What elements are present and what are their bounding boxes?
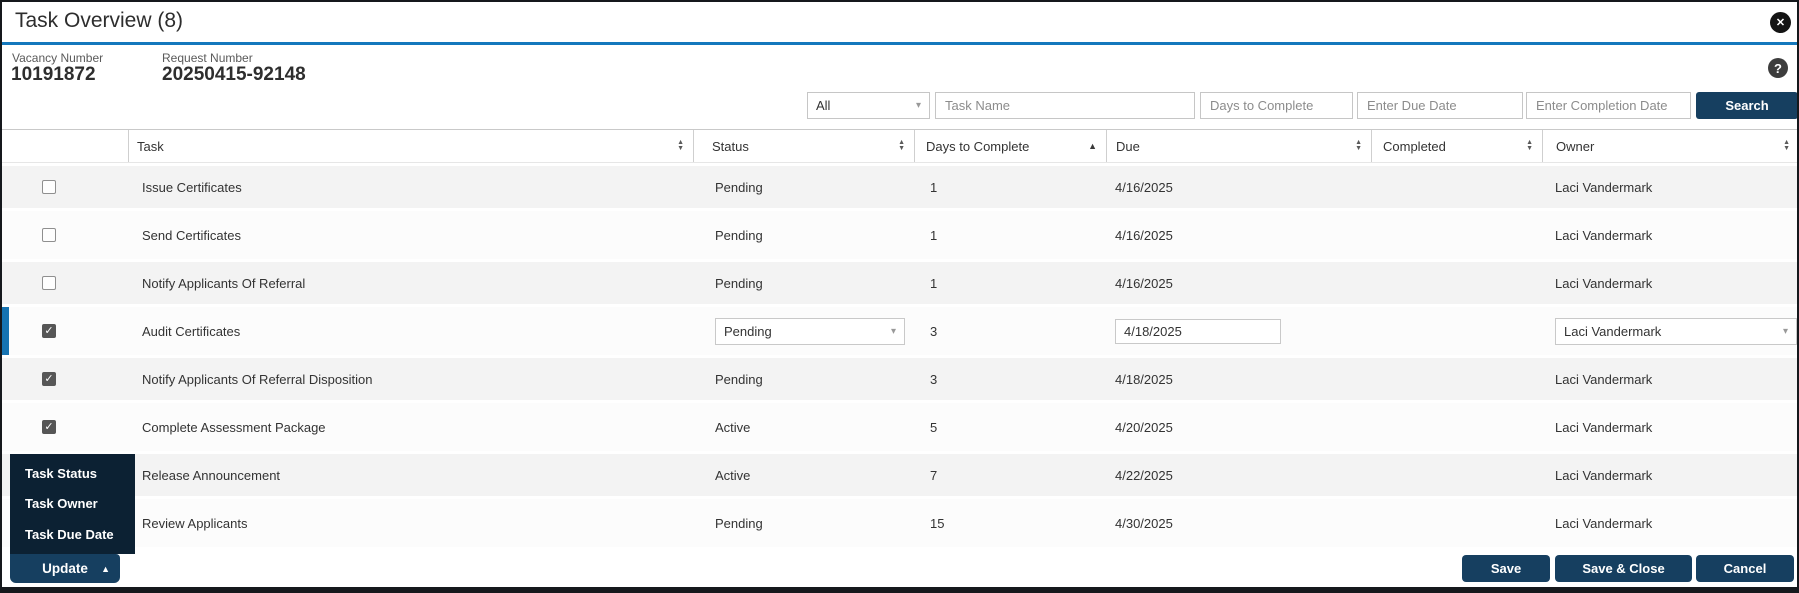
owner-select[interactable]: Laci Vandermark ▾ [1555,317,1797,345]
sort-icon[interactable]: ▲ ▼ [1355,139,1362,152]
days-cell: 3 [930,371,938,387]
title-divider [2,42,1797,45]
column-header-completed[interactable]: Completed ▲ ▼ [1371,130,1542,162]
owner-cell: Laci Vandermark [1555,275,1653,291]
chevron-down-icon: ▾ [1782,325,1788,337]
row-checkbox[interactable] [42,420,56,434]
status-cell: Pending [715,227,763,243]
due-date-filter-input[interactable] [1357,92,1523,119]
due-cell: 4/22/2025 [1115,467,1173,483]
days-cell: 1 [930,275,938,291]
table-row: Notify Applicants Of Referral Dispositio… [2,355,1797,403]
row-checkbox[interactable] [42,180,56,194]
task-type-select-value: All [816,98,831,113]
vacancy-number-label: Vacancy Number [12,51,104,65]
column-header-owner[interactable]: Owner ▲ ▼ [1542,130,1797,162]
status-select-value: Pending [724,323,772,339]
days-cell: 1 [930,227,938,243]
status-cell: Pending [715,179,763,195]
table-row: Send Certificates Pending Pending ▾ 1 4/… [2,211,1797,259]
task-cell: Complete Assessment Package [142,419,326,435]
table-body: Issue Certificates Pending Pending ▾ 1 4… [2,163,1797,547]
dialog-title: Task Overview (8) [15,9,184,32]
search-button[interactable]: Search [1696,92,1797,119]
table-row: Complete Assessment Package Active Activ… [2,403,1797,451]
request-number-value: 20250415-92148 [162,64,306,85]
due-cell: 4/18/2025 [1115,371,1173,387]
completion-date-filter-input[interactable] [1526,92,1691,119]
chevron-up-icon: ▲ [101,563,110,574]
days-cell: 15 [930,515,945,531]
task-overview-dialog: Task Overview (8) ✕ Vacancy Number 10191… [0,0,1799,593]
owner-cell: Laci Vandermark [1555,515,1653,531]
task-cell: Notify Applicants Of Referral Dispositio… [142,371,373,387]
owner-cell: Laci Vandermark [1555,371,1653,387]
menu-item-task-due-date[interactable]: Task Due Date [10,527,135,542]
status-cell: Pending [715,515,763,531]
sort-icon[interactable]: ▲ ▼ [1783,139,1790,152]
table-row: Notify Applicants Of Referral Pending Pe… [2,259,1797,307]
sort-icon[interactable]: ▲ ▼ [1526,139,1533,152]
task-type-select[interactable]: All ▾ [807,92,930,119]
owner-cell: Laci Vandermark [1555,179,1653,195]
table-row: Release Announcement Active Active ▾ 7 4… [2,451,1797,499]
days-cell: 1 [930,179,938,195]
task-cell: Review Applicants [142,515,248,531]
days-to-complete-filter-input[interactable] [1200,92,1353,119]
update-button[interactable]: Update ▲ [10,554,120,583]
days-cell: 7 [930,467,938,483]
cancel-button[interactable]: Cancel [1696,555,1794,582]
save-button[interactable]: Save [1462,555,1550,582]
column-header-task[interactable]: Task ▲ ▼ [128,130,693,162]
column-header-checkbox [2,130,128,162]
menu-item-task-owner[interactable]: Task Owner [10,496,135,511]
help-icon[interactable]: ? [1768,58,1788,78]
due-date-input[interactable] [1115,318,1281,344]
chevron-down-icon: ▾ [915,100,921,111]
due-cell: 4/20/2025 [1115,419,1173,435]
row-checkbox[interactable] [42,276,56,290]
owner-cell: Laci Vandermark [1555,467,1653,483]
status-cell: Pending [715,275,763,291]
due-cell: 4/16/2025 [1115,179,1173,195]
task-name-filter-input[interactable] [935,92,1195,119]
status-cell: Active [715,467,751,483]
sort-ascending-icon[interactable]: ▲ [1088,141,1097,151]
row-checkbox[interactable] [42,228,56,242]
days-cell: 5 [930,419,938,435]
table-header: Task ▲ ▼ Status ▲ ▼ Days to Complete ▲ Due… [2,129,1797,163]
task-cell: Audit Certificates [142,323,241,339]
table-row: Audit Certificates Pending Pending ▾ 3 4… [2,307,1797,355]
column-header-status[interactable]: Status ▲ ▼ [693,130,914,162]
due-cell: 4/16/2025 [1115,227,1173,243]
owner-cell: Laci Vandermark [1555,227,1653,243]
update-menu: Task Status Task Owner Task Due Date [10,454,135,554]
column-header-due[interactable]: Due ▲ ▼ [1106,130,1371,162]
row-checkbox[interactable] [42,372,56,386]
status-select[interactable]: Pending ▾ [715,317,905,345]
task-cell: Release Announcement [142,467,281,483]
table-row: Issue Certificates Pending Pending ▾ 1 4… [2,163,1797,211]
days-cell: 3 [930,323,938,339]
task-cell: Notify Applicants Of Referral [142,275,306,291]
table-row: Review Applicants Pending Pending ▾ 15 4… [2,499,1797,547]
due-cell: 4/16/2025 [1115,275,1173,291]
close-icon[interactable]: ✕ [1770,12,1791,33]
status-cell: Active [715,419,751,435]
vacancy-number-value: 10191872 [11,64,96,85]
request-number-label: Request Number [162,51,253,65]
task-cell: Issue Certificates [142,179,242,195]
sort-icon[interactable]: ▲ ▼ [677,139,684,152]
owner-select-value: Laci Vandermark [1564,323,1662,339]
menu-item-task-status[interactable]: Task Status [10,466,135,481]
owner-cell: Laci Vandermark [1555,419,1653,435]
save-and-close-button[interactable]: Save & Close [1555,555,1692,582]
row-checkbox[interactable] [42,324,56,338]
due-cell: 4/30/2025 [1115,515,1173,531]
chevron-down-icon: ▾ [890,325,896,337]
status-cell: Pending [715,371,763,387]
task-cell: Send Certificates [142,227,241,243]
sort-icon[interactable]: ▲ ▼ [898,139,905,152]
column-header-days-to-complete[interactable]: Days to Complete ▲ [914,130,1106,162]
